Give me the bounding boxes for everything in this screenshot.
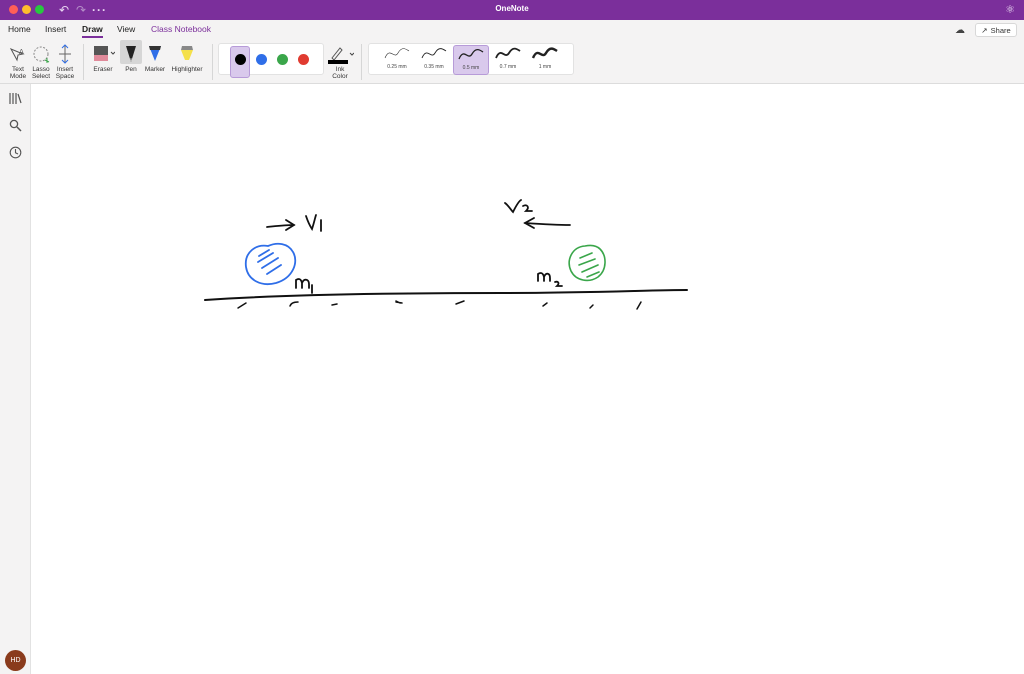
lasso-select-label: Lasso Select [31, 66, 51, 80]
ribbon-separator [83, 44, 84, 80]
tab-view[interactable]: View [117, 24, 135, 34]
thickness-option[interactable]: 1 mm [527, 45, 563, 75]
marker-label: Marker [144, 66, 166, 73]
thickness-option-selected[interactable]: 0.5 mm [453, 45, 489, 75]
notebooks-icon[interactable] [9, 92, 22, 105]
share-icon: ↗ [981, 25, 988, 35]
pen-label: Pen [125, 66, 137, 73]
velocity-arrow-v1 [266, 219, 296, 231]
ink-color-button[interactable]: Ink Color [325, 40, 355, 84]
insert-space-label: Insert Space [55, 66, 75, 80]
thickness-option[interactable]: 0.35 mm [416, 45, 452, 75]
tab-draw[interactable]: Draw [82, 24, 103, 38]
marker-button[interactable]: Marker [142, 40, 168, 84]
color-green[interactable] [277, 54, 288, 65]
color-red[interactable] [298, 54, 309, 65]
thickness-option[interactable]: 0.25 mm [379, 45, 415, 75]
ink-color-label: Ink Color [332, 66, 348, 80]
onenote-window: ↶ ↷ ··· OneNote ⚛ Home Insert Draw View … [0, 0, 1024, 674]
svg-text:A: A [19, 48, 24, 56]
search-icon[interactable] [9, 119, 22, 132]
color-black[interactable] [235, 54, 246, 65]
page-canvas[interactable] [31, 84, 1024, 674]
thickness-option[interactable]: 0.7 mm [490, 45, 526, 75]
pen-button[interactable]: Pen [118, 40, 144, 84]
lasso-icon [33, 46, 50, 63]
text-mode-icon: A [9, 47, 25, 62]
ribbon-tabs: Home Insert Draw View Class Notebook [0, 20, 1024, 40]
thickness-label: 0.25 mm [387, 64, 407, 70]
stroke-preview-icon [531, 47, 558, 59]
pen-icon [126, 46, 136, 62]
tab-home[interactable]: Home [8, 24, 31, 34]
text-mode-label: Text Mode [9, 66, 27, 80]
ball-m1 [244, 242, 297, 285]
ribbon-separator [361, 44, 362, 80]
highlighter-label: Highlighter [171, 66, 203, 73]
marker-icon [149, 46, 161, 61]
label-v1 [305, 214, 322, 232]
share-label: Share [990, 25, 1011, 35]
recent-icon[interactable] [9, 146, 22, 159]
label-v2 [504, 199, 533, 214]
highlighter-button[interactable]: Highlighter [168, 40, 206, 84]
left-sidebar [0, 84, 31, 674]
highlighter-icon [181, 46, 193, 60]
eraser-label: Eraser [93, 66, 113, 73]
text-mode-button[interactable]: A Text Mode [6, 40, 30, 84]
ground-hatch-marks [237, 300, 642, 310]
thickness-label: 0.5 mm [462, 65, 480, 71]
insert-space-icon [59, 44, 71, 64]
stroke-preview-icon [458, 48, 484, 60]
pen-thickness-palette: 0.25 mm 0.35 mm 0.5 mm 0.7 mm 1 mm [368, 43, 574, 75]
avatar[interactable]: HD [5, 650, 26, 671]
thickness-label: 1 mm [538, 64, 552, 70]
eraser-icon [94, 46, 115, 61]
ribbon-separator [212, 44, 213, 80]
stroke-preview-icon [384, 48, 410, 59]
app-title: OneNote [495, 4, 529, 13]
stroke-preview-icon [495, 47, 521, 59]
eraser-button[interactable]: Eraser [90, 40, 116, 84]
thickness-label: 0.35 mm [424, 64, 444, 70]
insert-space-button[interactable]: Insert Space [53, 40, 77, 84]
ground-line [204, 289, 688, 301]
thickness-label: 0.7 mm [499, 64, 517, 70]
lasso-select-button[interactable]: Lasso Select [29, 40, 53, 84]
share-button[interactable]: ↗ Share [975, 23, 1017, 37]
sync-icon[interactable]: ☁ [955, 25, 965, 36]
label-m2 [537, 272, 563, 287]
pen-color-palette [218, 43, 324, 78]
tab-class-notebook[interactable]: Class Notebook [151, 24, 211, 34]
feedback-icon[interactable]: ⚛ [1005, 3, 1015, 16]
label-m1 [295, 278, 313, 294]
velocity-arrow-v2 [523, 217, 571, 229]
color-blue[interactable] [256, 54, 267, 65]
title-bar: ↶ ↷ ··· OneNote ⚛ [0, 0, 1024, 20]
ball-m2 [568, 244, 606, 282]
ink-color-icon [328, 47, 354, 64]
stroke-preview-icon [421, 48, 447, 59]
ink-drawing [204, 199, 688, 310]
tab-insert[interactable]: Insert [45, 24, 66, 34]
